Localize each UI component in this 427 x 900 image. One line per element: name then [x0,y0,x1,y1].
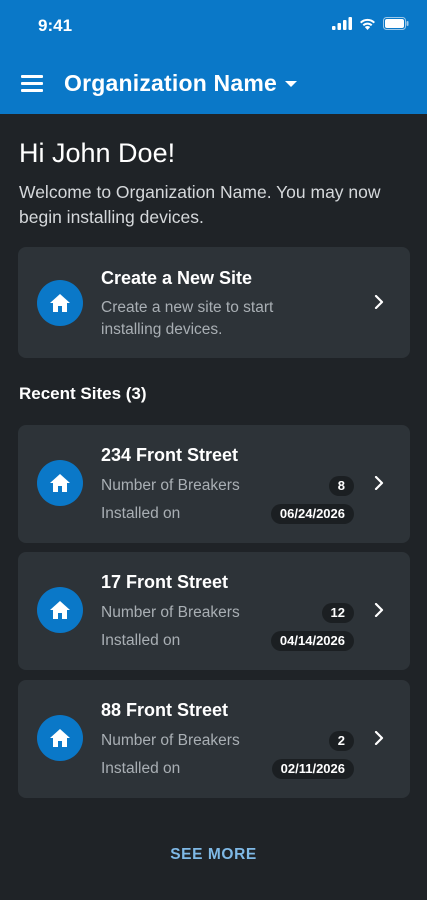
site-card[interactable]: 17 Front Street Number of Breakers 12 In… [18,552,410,670]
hamburger-menu-icon [21,74,43,92]
chevron-right-icon [372,603,386,617]
create-site-subtitle: Create a new site to start installing de… [101,299,274,338]
installed-date-badge: 06/24/2026 [270,504,354,524]
site-name: 17 Front Street [101,572,229,592]
greeting: Hi John Doe! [19,138,176,168]
breakers-label: Number of Breakers [101,604,240,621]
site-card[interactable]: 234 Front Street Number of Breakers 8 In… [18,425,410,543]
installed-label: Installed on [101,632,181,649]
status-bar: 9:41 [0,0,427,52]
home-icon-circle [37,460,83,506]
site-name: 88 Front Street [101,700,229,720]
chevron-right-icon [372,476,386,490]
organization-switcher[interactable]: Organization Name [64,70,297,97]
home-icon [50,294,70,312]
cellular-signal-icon [332,17,352,30]
home-icon-circle [37,587,83,633]
caret-down-icon [285,81,297,87]
breakers-count-badge: 12 [321,603,354,623]
create-site-card[interactable]: Create a New Site Create a new site to s… [18,247,410,358]
recent-sites-heading: Recent Sites (3) [19,384,147,403]
breakers-label: Number of Breakers [101,732,240,749]
home-icon-circle [37,280,83,326]
home-icon [50,474,70,492]
breakers-count-badge: 2 [328,731,354,751]
home-icon [50,601,70,619]
chevron-right-icon [372,731,386,745]
see-more-link[interactable]: SEE MORE [0,846,427,864]
organization-name: Organization Name [64,69,277,96]
welcome-message: Welcome to Organization Name. You may no… [19,182,381,227]
site-name: 234 Front Street [101,445,239,465]
create-site-title: Create a New Site [101,268,253,288]
home-icon [50,729,70,747]
installed-label: Installed on [101,760,181,777]
wifi-icon [360,18,375,30]
status-icons [332,17,409,30]
status-time: 9:41 [38,16,73,35]
menu-button[interactable] [0,52,64,114]
installed-date-badge: 04/14/2026 [270,631,354,651]
breakers-label: Number of Breakers [101,477,240,494]
installed-date-badge: 02/11/2026 [271,759,354,779]
site-card[interactable]: 88 Front Street Number of Breakers 2 Ins… [18,680,410,798]
app-bar: Organization Name [0,52,427,114]
breakers-count-badge: 8 [328,476,354,496]
battery-icon [383,17,409,30]
home-icon-circle [37,715,83,761]
chevron-right-icon [372,295,386,309]
installed-label: Installed on [101,505,181,522]
